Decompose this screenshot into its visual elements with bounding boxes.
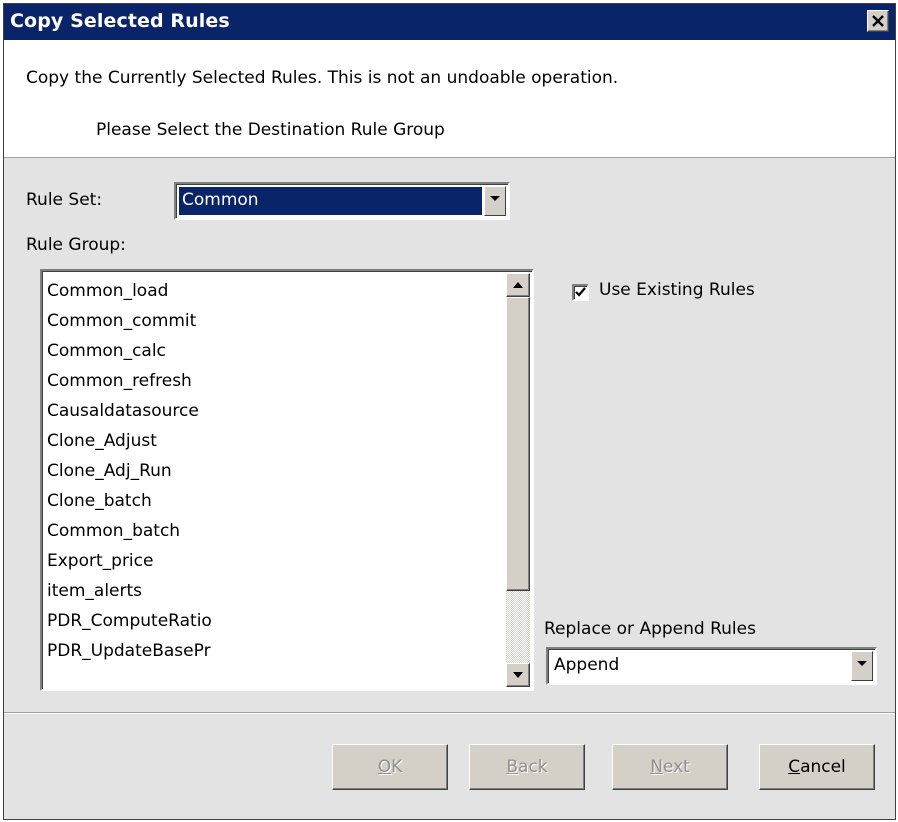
replace-append-value: Append xyxy=(554,655,620,675)
chevron-down-icon xyxy=(857,661,867,666)
replace-append-label: Replace or Append Rules xyxy=(544,619,756,639)
ok-label: K xyxy=(391,757,403,777)
cancel-label: ancel xyxy=(800,757,846,777)
ok-button[interactable]: OK xyxy=(332,744,448,790)
replace-append-dropdown-button[interactable] xyxy=(851,651,873,681)
replace-append-dropdown[interactable]: Append xyxy=(546,647,877,685)
close-icon xyxy=(872,15,884,27)
use-existing-rules-label: Use Existing Rules xyxy=(599,280,755,300)
list-item[interactable]: item_alerts xyxy=(45,576,506,606)
window-title: Copy Selected Rules xyxy=(10,10,230,32)
rule-set-label: Rule Set: xyxy=(26,190,103,210)
arrow-up-icon xyxy=(513,282,523,288)
back-label: ack xyxy=(518,757,548,777)
list-scrollbar[interactable] xyxy=(506,273,530,687)
arrow-down-icon xyxy=(513,672,523,678)
header-panel: Copy the Currently Selected Rules. This … xyxy=(4,40,895,158)
scroll-up-button[interactable] xyxy=(506,273,530,297)
ok-mnemonic: O xyxy=(377,757,392,777)
use-existing-rules-checkbox[interactable] xyxy=(572,284,589,301)
scroll-down-button[interactable] xyxy=(506,663,530,687)
footer-divider xyxy=(4,712,895,714)
chevron-down-icon xyxy=(490,196,500,201)
list-item[interactable]: PDR_UpdateBasePr xyxy=(45,636,506,666)
list-item[interactable]: Clone_Adjust xyxy=(45,426,506,456)
header-instruction: Please Select the Destination Rule Group xyxy=(96,120,445,140)
rule-set-value: Common xyxy=(179,187,482,215)
list-item[interactable]: Clone_batch xyxy=(45,486,506,516)
list-item[interactable]: Causaldatasource xyxy=(45,396,506,426)
list-item[interactable]: PDR_ComputeRatio xyxy=(45,606,506,636)
copy-selected-rules-dialog: Copy Selected Rules Copy the Currently S… xyxy=(3,3,896,820)
list-item[interactable]: Common_load xyxy=(45,276,506,306)
rule-set-dropdown-button[interactable] xyxy=(484,186,506,216)
next-button[interactable]: Next xyxy=(612,744,728,790)
list-item[interactable]: Clone_Adj_Run xyxy=(45,456,506,486)
cancel-mnemonic: C xyxy=(788,757,801,777)
rule-set-dropdown[interactable]: Common xyxy=(174,182,510,220)
dialog-body: Copy Selected Rules Copy the Currently S… xyxy=(4,4,895,819)
list-item[interactable]: Export_price xyxy=(45,546,506,576)
list-item[interactable]: Common_calc xyxy=(45,336,506,366)
next-label: ext xyxy=(662,757,690,777)
title-bar[interactable]: Copy Selected Rules xyxy=(4,4,895,40)
back-mnemonic: B xyxy=(506,757,519,777)
list-item[interactable]: Common_batch xyxy=(45,516,506,546)
rule-group-items: Common_load Common_commit Common_calc Commo… xyxy=(45,276,506,666)
checkmark-icon xyxy=(575,287,586,297)
next-mnemonic: N xyxy=(650,757,663,777)
scroll-thumb[interactable] xyxy=(506,297,530,591)
back-button[interactable]: Back xyxy=(469,744,585,790)
close-button[interactable] xyxy=(867,10,889,32)
rule-group-list[interactable]: Common_load Common_commit Common_calc Commo… xyxy=(40,269,534,691)
cancel-button[interactable]: Cancel xyxy=(759,744,875,790)
header-description: Copy the Currently Selected Rules. This … xyxy=(26,68,619,88)
list-item[interactable]: Common_refresh xyxy=(45,366,506,396)
rule-group-label: Rule Group: xyxy=(26,235,126,255)
list-item[interactable]: Common_commit xyxy=(45,306,506,336)
